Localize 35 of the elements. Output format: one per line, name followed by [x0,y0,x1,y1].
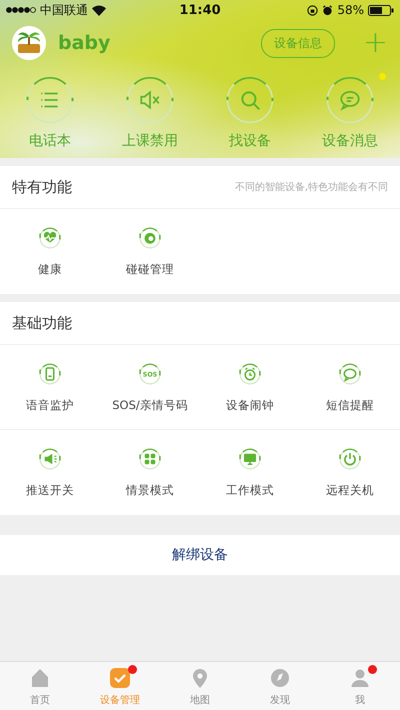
feature-item[interactable]: 推送开关 [0,430,100,515]
chat-bubble-icon [338,362,362,386]
clock-time: 11:40 [179,2,221,18]
feature-item[interactable]: 短信提醒 [300,345,400,430]
feature-item[interactable]: 远程关机 [300,430,400,515]
feature-item[interactable]: 健康 [0,209,100,294]
section-title: 基础功能 [12,314,72,332]
list-icon [26,76,74,124]
feature-item[interactable]: 工作模式 [200,430,300,515]
check-icon [108,666,132,690]
chat-bubble-icon [326,76,374,124]
power-icon [338,447,362,471]
alarm-clock-icon [322,4,334,16]
feature-item[interactable]: 语音监护 [0,345,100,430]
phone-icon [38,362,62,386]
battery-icon [368,4,394,16]
grid-icon [138,447,162,471]
wifi-icon [92,4,106,16]
signal-icon [6,7,36,13]
unbind-button[interactable]: 解绑设备 [0,535,400,575]
section-note: 不同的智能设备,特色功能会有不同 [234,180,388,194]
rotation-lock-icon [307,4,318,16]
speaker-mute-icon [126,76,174,124]
carrier-name: 中国联通 [40,2,88,18]
speaker-icon [38,447,62,471]
alarm-clock-icon [238,362,262,386]
battery-percent: 58% [337,3,364,17]
section-title: 特有功能 [12,178,72,196]
feature-item[interactable]: 碰碰管理 [100,209,200,294]
search-icon [226,76,274,124]
monitor-icon [238,447,262,471]
device-name: baby [58,32,112,54]
feature-item[interactable]: 情景模式 [100,430,200,515]
avatar-icon[interactable] [12,26,46,60]
feature-item[interactable]: 设备闹钟 [200,345,300,430]
